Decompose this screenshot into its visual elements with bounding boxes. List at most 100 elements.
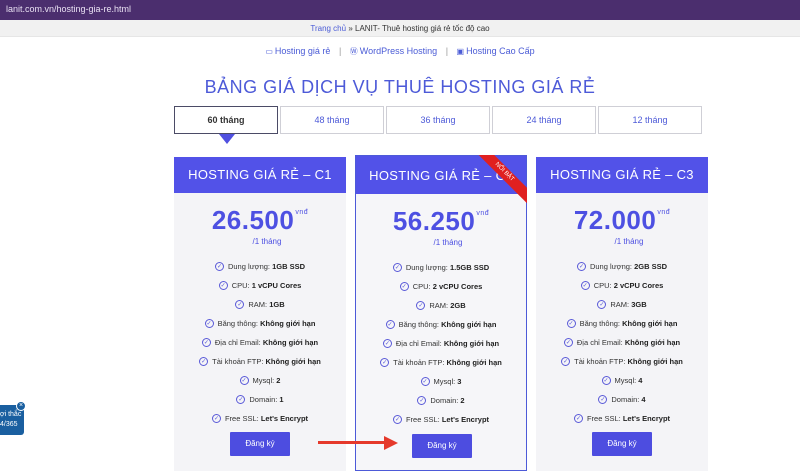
check-icon: ✓ (211, 413, 221, 423)
feature-item: ✓ Mysql: 2 (239, 375, 281, 385)
feature-item: ✓ Tài khoản FTP: Không giới hạn (380, 357, 502, 367)
hosting-icon: ▣ (456, 47, 465, 56)
server-icon: ▭ (265, 47, 273, 56)
subnav-hosting-cao-cap[interactable]: ▣ Hosting Cao Cấp (457, 46, 535, 56)
tab-24-thang[interactable]: 24 tháng (492, 106, 596, 134)
check-icon: ✓ (236, 394, 246, 404)
feature-item: ✓ Dung lượng: 1.5GB SSD (392, 262, 490, 272)
tab-36-thang[interactable]: 36 tháng (386, 106, 490, 134)
subnav-wordpress-hosting[interactable]: Ⓦ WordPress Hosting (350, 46, 437, 57)
price-box: 56.250vnđ /1 tháng (356, 194, 526, 248)
check-icon: ✓ (214, 261, 224, 271)
feature-item: ✓ Domain: 4 (598, 394, 646, 404)
price-box: 26.500vnđ /1 tháng (174, 193, 346, 247)
check-icon: ✓ (580, 280, 590, 290)
close-icon[interactable]: × (16, 401, 26, 411)
feature-item: ✓ Địa chỉ Email: Không giới hạn (201, 337, 319, 347)
red-arrow-annotation (318, 436, 400, 450)
feature-item: ✓ Tài khoản FTP: Không giới hạn (199, 356, 321, 366)
feature-item: ✓ Băng thông: Không giới hạn (566, 318, 678, 328)
feature-item: ✓ Domain: 1 (236, 394, 284, 404)
feature-item: ✓ CPU: 2 vCPU Cores (399, 281, 483, 291)
check-icon: ✓ (417, 395, 427, 405)
url-text[interactable]: lanit.com.vn/hosting-gia-re.html (6, 4, 131, 14)
feature-item: ✓ Băng thông: Không giới hạn (385, 319, 497, 329)
breadcrumb: Trang chủ » LANIT- Thuê hosting giá rẻ t… (0, 20, 800, 37)
feature-item: ✓ Địa chỉ Email: Không giới hạn (563, 337, 681, 347)
check-icon: ✓ (601, 375, 611, 385)
check-icon: ✓ (561, 356, 571, 366)
plan-card-c3: HOSTING GIÁ RẺ – C3 72.000vnđ /1 tháng ✓… (536, 157, 708, 471)
sub-navigation: ▭ Hosting giá rẻ | Ⓦ WordPress Hosting | ▣… (0, 46, 800, 57)
breadcrumb-current: LANIT- Thuê hosting giá rẻ tốc độ cao (355, 24, 490, 33)
chat-widget[interactable]: ợi thắc 4/365 × (0, 401, 26, 435)
feature-item: ✓ Mysql: 4 (601, 375, 643, 385)
feature-item: ✓ Domain: 2 (417, 395, 465, 405)
feature-list: ✓ Dung lượng: 1GB SSD ✓ CPU: 1 vCPU Cores … (174, 257, 346, 428)
chat-widget-line1: ợi thắc (0, 411, 22, 418)
feature-item: ✓ Dung lượng: 2GB SSD (576, 261, 668, 271)
tab-12-thang[interactable]: 12 tháng (598, 106, 702, 134)
plan-card-c2: HOSTING GIÁ RẺ – C2 NỔI BẬT 56.250vnđ /1… (355, 155, 527, 471)
feature-item: ✓ Băng thông: Không giới hạn (204, 318, 316, 328)
arrow-shaft (318, 441, 386, 444)
plan-card-c1: HOSTING GIÁ RẺ – C1 26.500vnđ /1 tháng ✓… (174, 157, 346, 471)
wordpress-icon: Ⓦ (349, 47, 358, 56)
check-icon: ✓ (218, 280, 228, 290)
check-icon: ✓ (598, 394, 608, 404)
breadcrumb-home-link[interactable]: Trang chủ (310, 24, 346, 33)
subnav-hosting-gia-re[interactable]: ▭ Hosting giá rẻ (265, 46, 330, 56)
tab-48-thang[interactable]: 48 tháng (280, 106, 384, 134)
feature-item: ✓ Free SSL: Let's Encrypt (392, 414, 490, 424)
check-icon: ✓ (199, 356, 209, 366)
register-button[interactable]: Đăng ký (412, 434, 472, 458)
check-icon: ✓ (239, 375, 249, 385)
check-icon: ✓ (566, 318, 576, 328)
breadcrumb-separator: » (348, 24, 353, 33)
plan-price: 26.500 (211, 205, 295, 235)
currency-label: vnđ (476, 210, 490, 217)
feature-item: ✓ Free SSL: Let's Encrypt (211, 413, 309, 423)
check-icon: ✓ (416, 300, 426, 310)
price-box: 72.000vnđ /1 tháng (536, 193, 708, 247)
check-icon: ✓ (597, 299, 607, 309)
tab-60-thang[interactable]: 60 tháng (174, 106, 278, 144)
check-icon: ✓ (392, 262, 402, 272)
arrow-head-icon (384, 436, 398, 450)
feature-item: ✓ RAM: 3GB (597, 299, 647, 309)
feature-item: ✓ RAM: 1GB (235, 299, 285, 309)
feature-item: ✓ Mysql: 3 (420, 376, 462, 386)
feature-item: ✓ RAM: 2GB (416, 300, 466, 310)
chat-widget-line2: 4/365 (0, 421, 18, 428)
plan-name: HOSTING GIÁ RẺ – C1 (174, 157, 346, 193)
price-period: /1 tháng (433, 238, 463, 247)
check-icon: ✓ (392, 414, 402, 424)
check-icon: ✓ (201, 337, 211, 347)
check-icon: ✓ (235, 299, 245, 309)
currency-label: vnđ (295, 209, 309, 216)
feature-list: ✓ Dung lượng: 2GB SSD ✓ CPU: 2 vCPU Cores … (536, 257, 708, 428)
currency-label: vnđ (657, 209, 671, 216)
check-icon: ✓ (576, 261, 586, 271)
plan-price: 72.000 (573, 205, 657, 235)
register-button[interactable]: Đăng ký (592, 432, 652, 456)
feature-item: ✓ CPU: 1 vCPU Cores (218, 280, 302, 290)
feature-item: ✓ CPU: 2 vCPU Cores (580, 280, 664, 290)
register-button[interactable]: Đăng ký (230, 432, 290, 456)
check-icon: ✓ (420, 376, 430, 386)
check-icon: ✓ (204, 318, 214, 328)
browser-url-bar[interactable]: lanit.com.vn/hosting-gia-re.html (0, 0, 800, 20)
price-period: /1 tháng (252, 237, 282, 246)
check-icon: ✓ (380, 357, 390, 367)
duration-tabs: 60 tháng 48 tháng 36 tháng 24 tháng 12 t… (174, 106, 702, 144)
feature-item: ✓ Tài khoản FTP: Không giới hạn (561, 356, 683, 366)
subnav-divider: | (445, 46, 449, 56)
page-title: BẢNG GIÁ DỊCH VỤ THUÊ HOSTING GIÁ RẺ (204, 77, 596, 97)
plan-price: 56.250 (392, 206, 476, 236)
check-icon: ✓ (382, 338, 392, 348)
feature-item: ✓ Free SSL: Let's Encrypt (573, 413, 671, 423)
feature-list: ✓ Dung lượng: 1.5GB SSD ✓ CPU: 2 vCPU Core… (356, 258, 526, 429)
check-icon: ✓ (563, 337, 573, 347)
feature-item: ✓ Dung lượng: 1GB SSD (214, 261, 306, 271)
subnav-divider: | (338, 46, 342, 56)
